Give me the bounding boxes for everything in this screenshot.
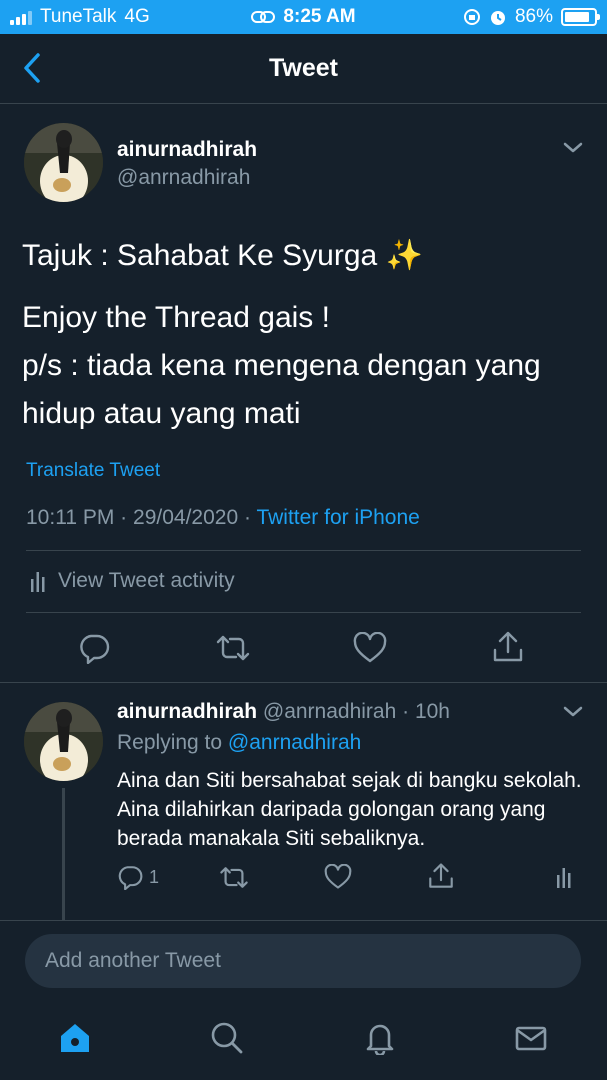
tab-messages[interactable] bbox=[513, 1020, 549, 1056]
tab-home[interactable] bbox=[57, 1020, 93, 1056]
meta-separator: · bbox=[243, 506, 251, 529]
bottom-tab-bar bbox=[0, 1000, 607, 1080]
reply-activity-button[interactable] bbox=[556, 864, 572, 890]
reply-icon bbox=[80, 634, 110, 664]
like-icon bbox=[353, 632, 387, 663]
view-tweet-activity-label: View Tweet activity bbox=[58, 569, 235, 592]
author-name[interactable]: ainurnadhirah bbox=[117, 138, 257, 162]
avatar-image bbox=[24, 123, 103, 202]
share-icon bbox=[429, 863, 453, 888]
avatar[interactable] bbox=[24, 702, 103, 781]
alarm-icon bbox=[490, 11, 505, 25]
reply-button[interactable]: 1 bbox=[117, 864, 159, 890]
link-icon bbox=[251, 11, 276, 23]
reply-text: Aina dan Siti bersahabat sejak di bangku… bbox=[117, 769, 582, 850]
activity-icon bbox=[557, 868, 571, 888]
battery-fill bbox=[565, 12, 590, 22]
tab-search[interactable] bbox=[209, 1020, 245, 1056]
view-tweet-activity-button[interactable]: View Tweet activity bbox=[30, 569, 235, 593]
retweet-button[interactable] bbox=[214, 632, 252, 664]
orientation-lock-icon bbox=[463, 9, 480, 25]
like-button[interactable] bbox=[324, 864, 352, 890]
retweet-button[interactable] bbox=[218, 864, 250, 891]
tweet-time: 10:11 PM bbox=[26, 506, 115, 529]
reply-author-name[interactable]: ainurnadhirah bbox=[117, 700, 257, 723]
add-another-tweet-input[interactable]: Add another Tweet bbox=[25, 934, 581, 988]
activity-icon bbox=[31, 572, 45, 592]
tweet-date: 29/04/2020 bbox=[133, 506, 239, 529]
replying-to: Replying to @anrnadhirah bbox=[117, 731, 361, 755]
reply-button[interactable] bbox=[78, 632, 110, 664]
like-button[interactable] bbox=[353, 632, 387, 664]
reply-age: · 10h bbox=[402, 700, 450, 723]
retweet-icon bbox=[220, 867, 248, 888]
reply-icon bbox=[118, 866, 143, 890]
reply-header: ainurnadhirah @anrnadhirah · 10h bbox=[117, 700, 450, 724]
author-handle[interactable]: @anrnadhirah bbox=[117, 166, 250, 190]
translate-tweet-link[interactable]: Translate Tweet bbox=[26, 460, 160, 482]
avatar-image bbox=[24, 702, 103, 781]
reply-author-handle[interactable]: @anrnadhirah bbox=[263, 700, 396, 723]
status-bar: TuneTalk 4G 8:25 AM 86% bbox=[0, 0, 607, 34]
top-nav: Tweet bbox=[0, 34, 607, 104]
status-time: 8:25 AM bbox=[283, 6, 356, 27]
tweet-text-line: hidup atau yang mati bbox=[22, 397, 301, 430]
tab-notifications[interactable] bbox=[362, 1020, 398, 1056]
meta-separator: · bbox=[120, 506, 128, 529]
divider bbox=[0, 920, 607, 921]
messages-icon bbox=[515, 1026, 547, 1051]
like-icon bbox=[324, 864, 352, 889]
reply-count: 1 bbox=[149, 866, 160, 887]
chevron-down-icon bbox=[563, 706, 583, 717]
tweet-text-line: Tajuk : Sahabat Ke Syurga ✨ bbox=[22, 239, 423, 272]
divider bbox=[26, 550, 581, 551]
reply-menu-button[interactable] bbox=[561, 704, 585, 725]
thread-line bbox=[62, 788, 65, 920]
avatar[interactable] bbox=[24, 123, 103, 202]
share-button[interactable] bbox=[491, 630, 525, 664]
page-title: Tweet bbox=[269, 54, 338, 82]
tweet-text-line: Enjoy the Thread gais ! bbox=[22, 301, 330, 334]
status-right: 86% bbox=[463, 6, 600, 28]
tweet-menu-button[interactable] bbox=[561, 140, 585, 161]
battery-icon bbox=[561, 8, 600, 26]
retweet-icon bbox=[216, 635, 250, 661]
chevron-down-icon bbox=[563, 142, 583, 153]
share-button[interactable] bbox=[427, 862, 455, 890]
share-icon bbox=[493, 631, 523, 662]
tweet-meta: 10:11 PM · 29/04/2020 · Twitter for iPho… bbox=[26, 506, 420, 530]
search-icon bbox=[211, 1022, 243, 1054]
replying-to-handle[interactable]: @anrnadhirah bbox=[228, 731, 361, 754]
home-icon bbox=[61, 1024, 89, 1052]
compose-placeholder: Add another Tweet bbox=[45, 949, 221, 972]
divider bbox=[0, 682, 607, 683]
battery-percent: 86% bbox=[514, 6, 553, 27]
tweet-text-line: p/s : tiada kena mengena dengan yang bbox=[22, 349, 541, 382]
tweet-source-link[interactable]: Twitter for iPhone bbox=[256, 506, 419, 529]
divider bbox=[26, 612, 581, 613]
notifications-icon bbox=[366, 1024, 394, 1055]
replying-to-label: Replying to bbox=[117, 731, 223, 754]
